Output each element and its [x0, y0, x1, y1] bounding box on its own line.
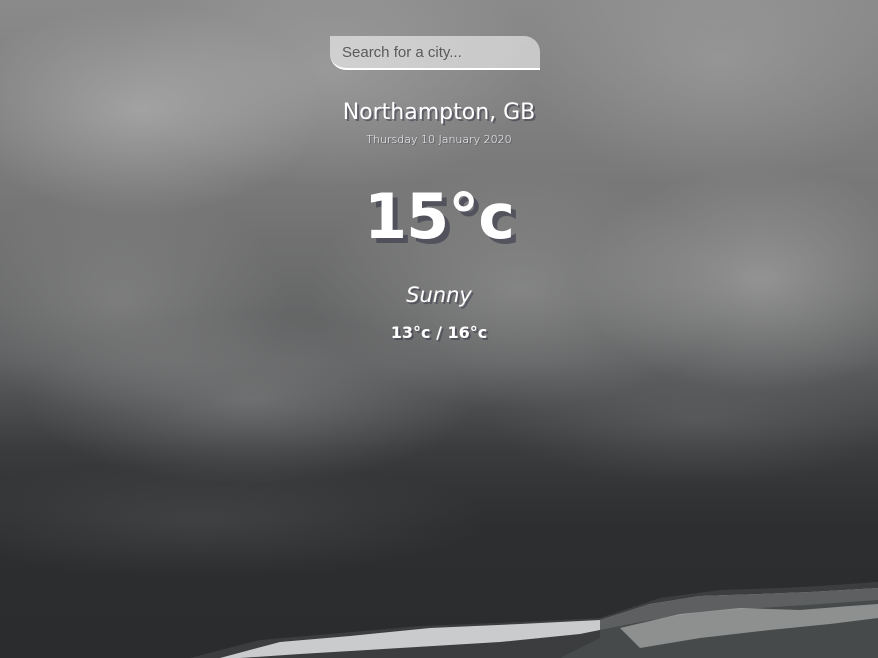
weather-condition: Sunny	[406, 283, 472, 307]
current-temperature: 15°c	[363, 180, 515, 253]
weather-app: Northampton, GB Thursday 10 January 2020…	[0, 0, 878, 658]
low-high-temperature: 13°c / 16°c	[390, 323, 488, 342]
location-title: Northampton, GB	[342, 100, 536, 125]
city-search-input[interactable]	[330, 36, 540, 70]
current-date: Thursday 10 January 2020	[366, 133, 512, 146]
snowy-mountain-background	[190, 582, 878, 658]
